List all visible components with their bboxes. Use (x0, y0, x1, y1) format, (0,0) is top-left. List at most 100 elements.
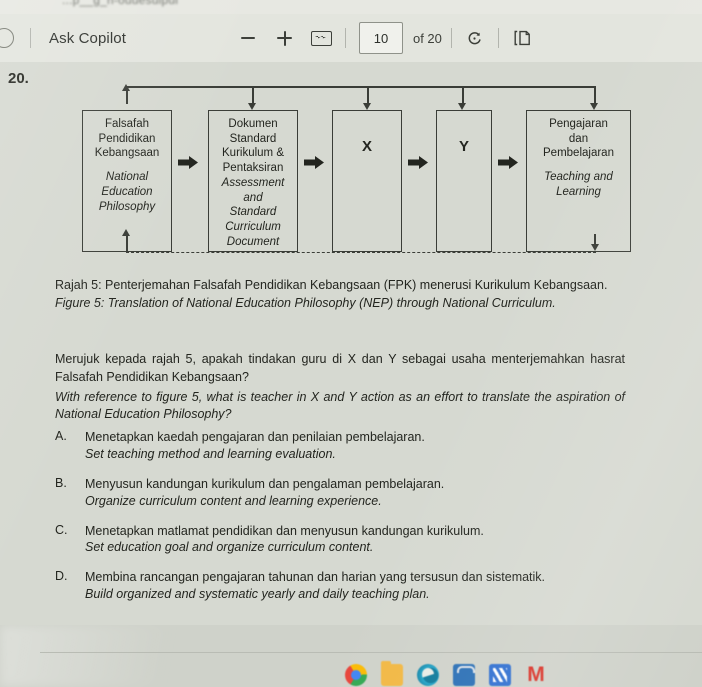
microsoft-store-icon[interactable] (453, 664, 475, 686)
node-line: Y (458, 138, 469, 155)
node-line: Assessment (221, 176, 285, 189)
block-arrow-right-icon (408, 156, 428, 169)
node-line: X (361, 138, 372, 155)
plus-icon (277, 30, 293, 46)
option-english: Organize curriculum content and learning… (85, 493, 382, 508)
page-view-button[interactable] (508, 24, 536, 52)
figure-diagram: Falsafah Pendidikan Kebangsaan National … (34, 74, 654, 269)
browser-url-strip: ...p__g_n-ouuesuipui (0, 0, 702, 14)
pdf-page: 20. Falsafah Pendidikan Kebangsaan Natio… (0, 62, 702, 625)
toolbar-divider (344, 28, 346, 48)
arrow-down-icon (363, 103, 372, 110)
option-malay: Menetapkan kaedah pengajaran dan penilai… (85, 430, 425, 444)
rotate-clockwise-icon (466, 30, 483, 47)
diagram-node-y: Y (436, 110, 492, 252)
screenshot-root: ...p__g_n-ouuesuipui Ask Copilot 10 of 2… (0, 0, 702, 687)
question-stem: Merujuk kepada rajah 5, apakah tindakan … (55, 351, 625, 424)
node-spacer (83, 161, 171, 170)
node-line: Teaching and (544, 171, 613, 184)
pdf-toolbar: Ask Copilot 10 of 20 (0, 14, 702, 63)
node-line: Curriculum (225, 221, 281, 234)
page-view-icon (514, 30, 530, 46)
fit-to-width-button[interactable] (308, 24, 336, 52)
option-body: Membina rancangan pengajaran tahunan dan… (85, 569, 655, 603)
node-line: Pendidikan (98, 132, 156, 145)
block-arrow-right-icon (178, 156, 198, 169)
option-malay: Menetapkan matlamat pendidikan dan menyu… (85, 523, 484, 538)
option-body: Menetapkan kaedah pengajaran dan penilai… (85, 429, 655, 463)
edge-icon[interactable] (417, 664, 439, 686)
caption-english: Figure 5: Translation of National Educat… (55, 296, 556, 311)
fit-to-width-icon (311, 30, 333, 46)
ask-copilot-button[interactable]: Ask Copilot (49, 30, 126, 47)
option-c[interactable]: C. Menetapkan matlamat pendidikan dan me… (55, 523, 655, 557)
page-number-input[interactable]: 10 (358, 22, 403, 54)
block-arrow-right-icon (498, 156, 518, 169)
diagram-node-x: X (332, 110, 402, 252)
option-english: Set education goal and organize curricul… (85, 540, 374, 555)
node-line: Pembelajaran (543, 147, 614, 160)
zoom-in-button[interactable] (271, 24, 299, 52)
figure-caption: Rajah 5: Penterjemahan Falsafah Pendidik… (55, 277, 625, 313)
option-english: Build organized and systematic yearly an… (85, 587, 430, 602)
gmail-icon[interactable]: M (525, 664, 547, 686)
screen-glare (0, 625, 240, 687)
taskbar-divider (40, 652, 702, 653)
toolbar-divider (497, 28, 499, 48)
arrow-down-icon (458, 103, 467, 110)
node-line: Document (226, 235, 280, 248)
node-line: Dokumen (228, 118, 278, 130)
node-line: National (105, 171, 149, 184)
option-d[interactable]: D. Membina rancangan pengajaran tahunan … (55, 569, 655, 603)
diagram-frame: Falsafah Pendidikan Kebangsaan National … (56, 74, 632, 265)
taskbar: M (345, 661, 547, 686)
diagram-top-bus-line (126, 86, 596, 88)
option-malay: Menyusun kandungan kurikulum dan pengala… (85, 476, 445, 491)
node-spacer (527, 161, 630, 170)
node-line: Kebangsaan (94, 147, 160, 160)
node-line: Falsafah (104, 118, 150, 130)
option-b[interactable]: B. Menyusun kandungan kurikulum dan peng… (55, 476, 655, 510)
arrow-down-icon (248, 103, 257, 110)
option-letter: C. (55, 522, 68, 537)
node-line: Standard (229, 206, 277, 219)
rotate-button[interactable] (461, 24, 489, 52)
zoom-out-button[interactable] (234, 24, 262, 52)
option-english: Set teaching method and learning evaluat… (85, 446, 336, 461)
caption-malay: Rajah 5: Penterjemahan Falsafah Pendidik… (55, 278, 608, 292)
node-line: Pentaksiran (222, 162, 284, 175)
toolbar-divider (450, 28, 452, 48)
node-line: Learning (556, 185, 601, 198)
feedback-stem-left (126, 236, 128, 253)
block-arrow-right-icon (304, 156, 324, 169)
option-letter: A. (55, 429, 67, 443)
feedback-loop-dashed-line (126, 252, 596, 253)
node-line: Kurikulum & (222, 147, 284, 160)
option-letter: B. (55, 475, 67, 490)
option-letter: D. (55, 569, 68, 584)
arrow-down-icon (590, 244, 599, 251)
option-malay: Membina rancangan pengajaran tahunan dan… (85, 570, 546, 585)
copilot-icon[interactable] (0, 28, 14, 48)
option-a[interactable]: A. Menetapkan kaedah pengajaran dan peni… (55, 429, 655, 463)
node-line: Pengajaran (549, 118, 608, 130)
url-fragment-text: ...p__g_n-ouuesuipui (62, 0, 179, 7)
page-total-label: of 20 (412, 30, 442, 46)
node-line: Standard (229, 132, 277, 145)
question-number: 20. (8, 70, 29, 87)
arrow-up-icon (122, 229, 131, 236)
arrow-down-icon (590, 103, 599, 110)
chrome-icon[interactable] (345, 664, 367, 686)
diagram-node-curriculum-document: Dokumen Standard Kurikulum & Pentaksiran… (208, 110, 298, 252)
node-line: Education (101, 185, 153, 198)
minus-icon (240, 37, 255, 39)
node-line: and (243, 191, 263, 204)
app-blue-icon[interactable] (489, 664, 511, 686)
question-english: With reference to figure 5, what is teac… (55, 389, 625, 422)
answer-options: A. Menetapkan kaedah pengajaran dan peni… (55, 429, 655, 616)
option-body: Menyusun kandungan kurikulum dan pengala… (85, 476, 655, 510)
file-explorer-icon[interactable] (381, 661, 403, 686)
node-line: Philosophy (98, 200, 156, 213)
diagram-node-teaching-learning: Pengajaran dan Pembelajaran Teaching and… (526, 110, 631, 252)
option-body: Menetapkan matlamat pendidikan dan menyu… (85, 523, 655, 557)
